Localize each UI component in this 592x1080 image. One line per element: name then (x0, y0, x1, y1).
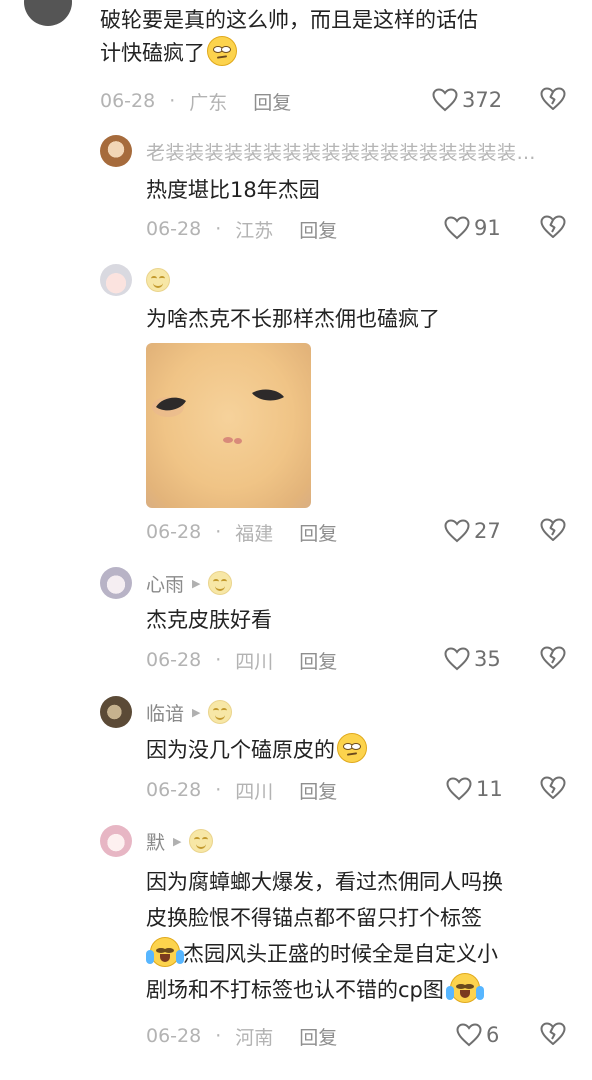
comment-location: 福建 (235, 522, 274, 545)
broken-heart-icon[interactable] (540, 776, 566, 800)
avatar[interactable] (24, 0, 72, 26)
reply-button[interactable]: 回复 (299, 647, 337, 674)
avatar[interactable] (100, 264, 132, 296)
crying-laughing-emoji (146, 937, 184, 967)
username[interactable]: 心雨 (146, 570, 184, 597)
comment-location: 江苏 (235, 219, 274, 242)
comment-date: 06-28 (146, 1025, 202, 1047)
comment-text: 热度堪比18年杰园 (146, 178, 320, 202)
reply-button[interactable]: 回复 (299, 777, 337, 804)
reply-button[interactable]: 回复 (299, 519, 337, 546)
broken-heart-icon[interactable] (540, 1022, 566, 1046)
like-count: 91 (474, 216, 501, 240)
like-button[interactable]: 91 (444, 213, 501, 243)
comment-date: 06-28 (146, 649, 202, 671)
avatar[interactable] (100, 135, 132, 167)
comment-text: 为啥杰克不长那样杰佣也磕疯了 (146, 307, 440, 331)
heart-icon (446, 777, 472, 801)
broken-heart-icon[interactable] (540, 646, 566, 670)
comment-date: 06-28 (146, 779, 202, 801)
comment-date: 06-28 (100, 90, 156, 112)
like-button[interactable]: 11 (446, 774, 503, 804)
comment-date: 06-28 (146, 218, 202, 240)
like-count: 372 (462, 88, 503, 112)
like-count: 6 (486, 1023, 500, 1047)
username[interactable]: 临谙 (146, 699, 184, 726)
username[interactable]: 老装装装装装装装装装装装装装装装装装装… (146, 138, 536, 165)
comment-meta: 06-28 · 四川 回复 (146, 646, 337, 674)
play-icon: ▶ (192, 705, 201, 719)
username[interactable]: 默 (146, 828, 165, 855)
like-button[interactable]: 372 (432, 85, 502, 115)
level-badge-icon (146, 268, 170, 292)
broken-heart-icon[interactable] (540, 215, 566, 239)
crying-laughing-emoji (445, 973, 484, 1003)
avatar[interactable] (100, 825, 132, 857)
comment-meta: 06-28 · 广东 回复 (100, 87, 291, 115)
comment-text: 杰克皮肤好看 (146, 608, 272, 632)
reply-button[interactable]: 回复 (299, 1023, 337, 1050)
heart-icon (444, 216, 470, 240)
like-count: 27 (474, 519, 501, 543)
avatar[interactable] (100, 567, 132, 599)
level-badge-icon (208, 700, 233, 724)
comment-location: 广东 (189, 91, 228, 114)
heart-icon (444, 519, 470, 543)
like-button[interactable]: 35 (444, 644, 501, 674)
level-badge-icon (189, 829, 214, 853)
comment-date: 06-28 (146, 521, 202, 543)
comment-meta: 06-28 · 四川 回复 (146, 776, 337, 804)
comment-location: 四川 (235, 650, 274, 673)
comment-meta: 06-28 · 河南 回复 (146, 1022, 337, 1050)
comment-image[interactable] (146, 343, 311, 508)
like-button[interactable]: 27 (444, 516, 501, 546)
play-icon: ▶ (173, 834, 182, 848)
heart-icon (456, 1023, 482, 1047)
comment-meta: 06-28 · 福建 回复 (146, 518, 337, 546)
comment-text: 破轮要是真的这么帅，而且是这样的话估 计快磕疯了 (100, 8, 478, 66)
comment-meta: 06-28 · 江苏 回复 (146, 215, 337, 243)
image-content (152, 389, 284, 444)
play-icon: ▶ (192, 576, 201, 590)
like-count: 11 (476, 777, 503, 801)
reply-button[interactable]: 回复 (299, 216, 337, 243)
like-count: 35 (474, 647, 501, 671)
reply-button[interactable]: 回复 (253, 88, 291, 115)
comment-text: 因为腐蟑螂大爆发，看过杰佣同人吗换 皮换脸恨不得锚点都不留只打个标签 杰园风头正… (146, 870, 503, 1003)
broken-heart-icon[interactable] (540, 87, 566, 111)
avatar[interactable] (100, 696, 132, 728)
level-badge-icon (208, 571, 233, 595)
heart-icon (432, 88, 458, 112)
heart-icon (444, 647, 470, 671)
like-button[interactable]: 6 (456, 1020, 499, 1050)
comment-location: 河南 (235, 1026, 274, 1049)
eye-roll-emoji (337, 733, 367, 763)
comment-location: 四川 (235, 780, 274, 803)
comment-text: 因为没几个磕原皮的 (146, 733, 367, 766)
broken-heart-icon[interactable] (540, 518, 566, 542)
eye-roll-emoji (207, 36, 237, 66)
